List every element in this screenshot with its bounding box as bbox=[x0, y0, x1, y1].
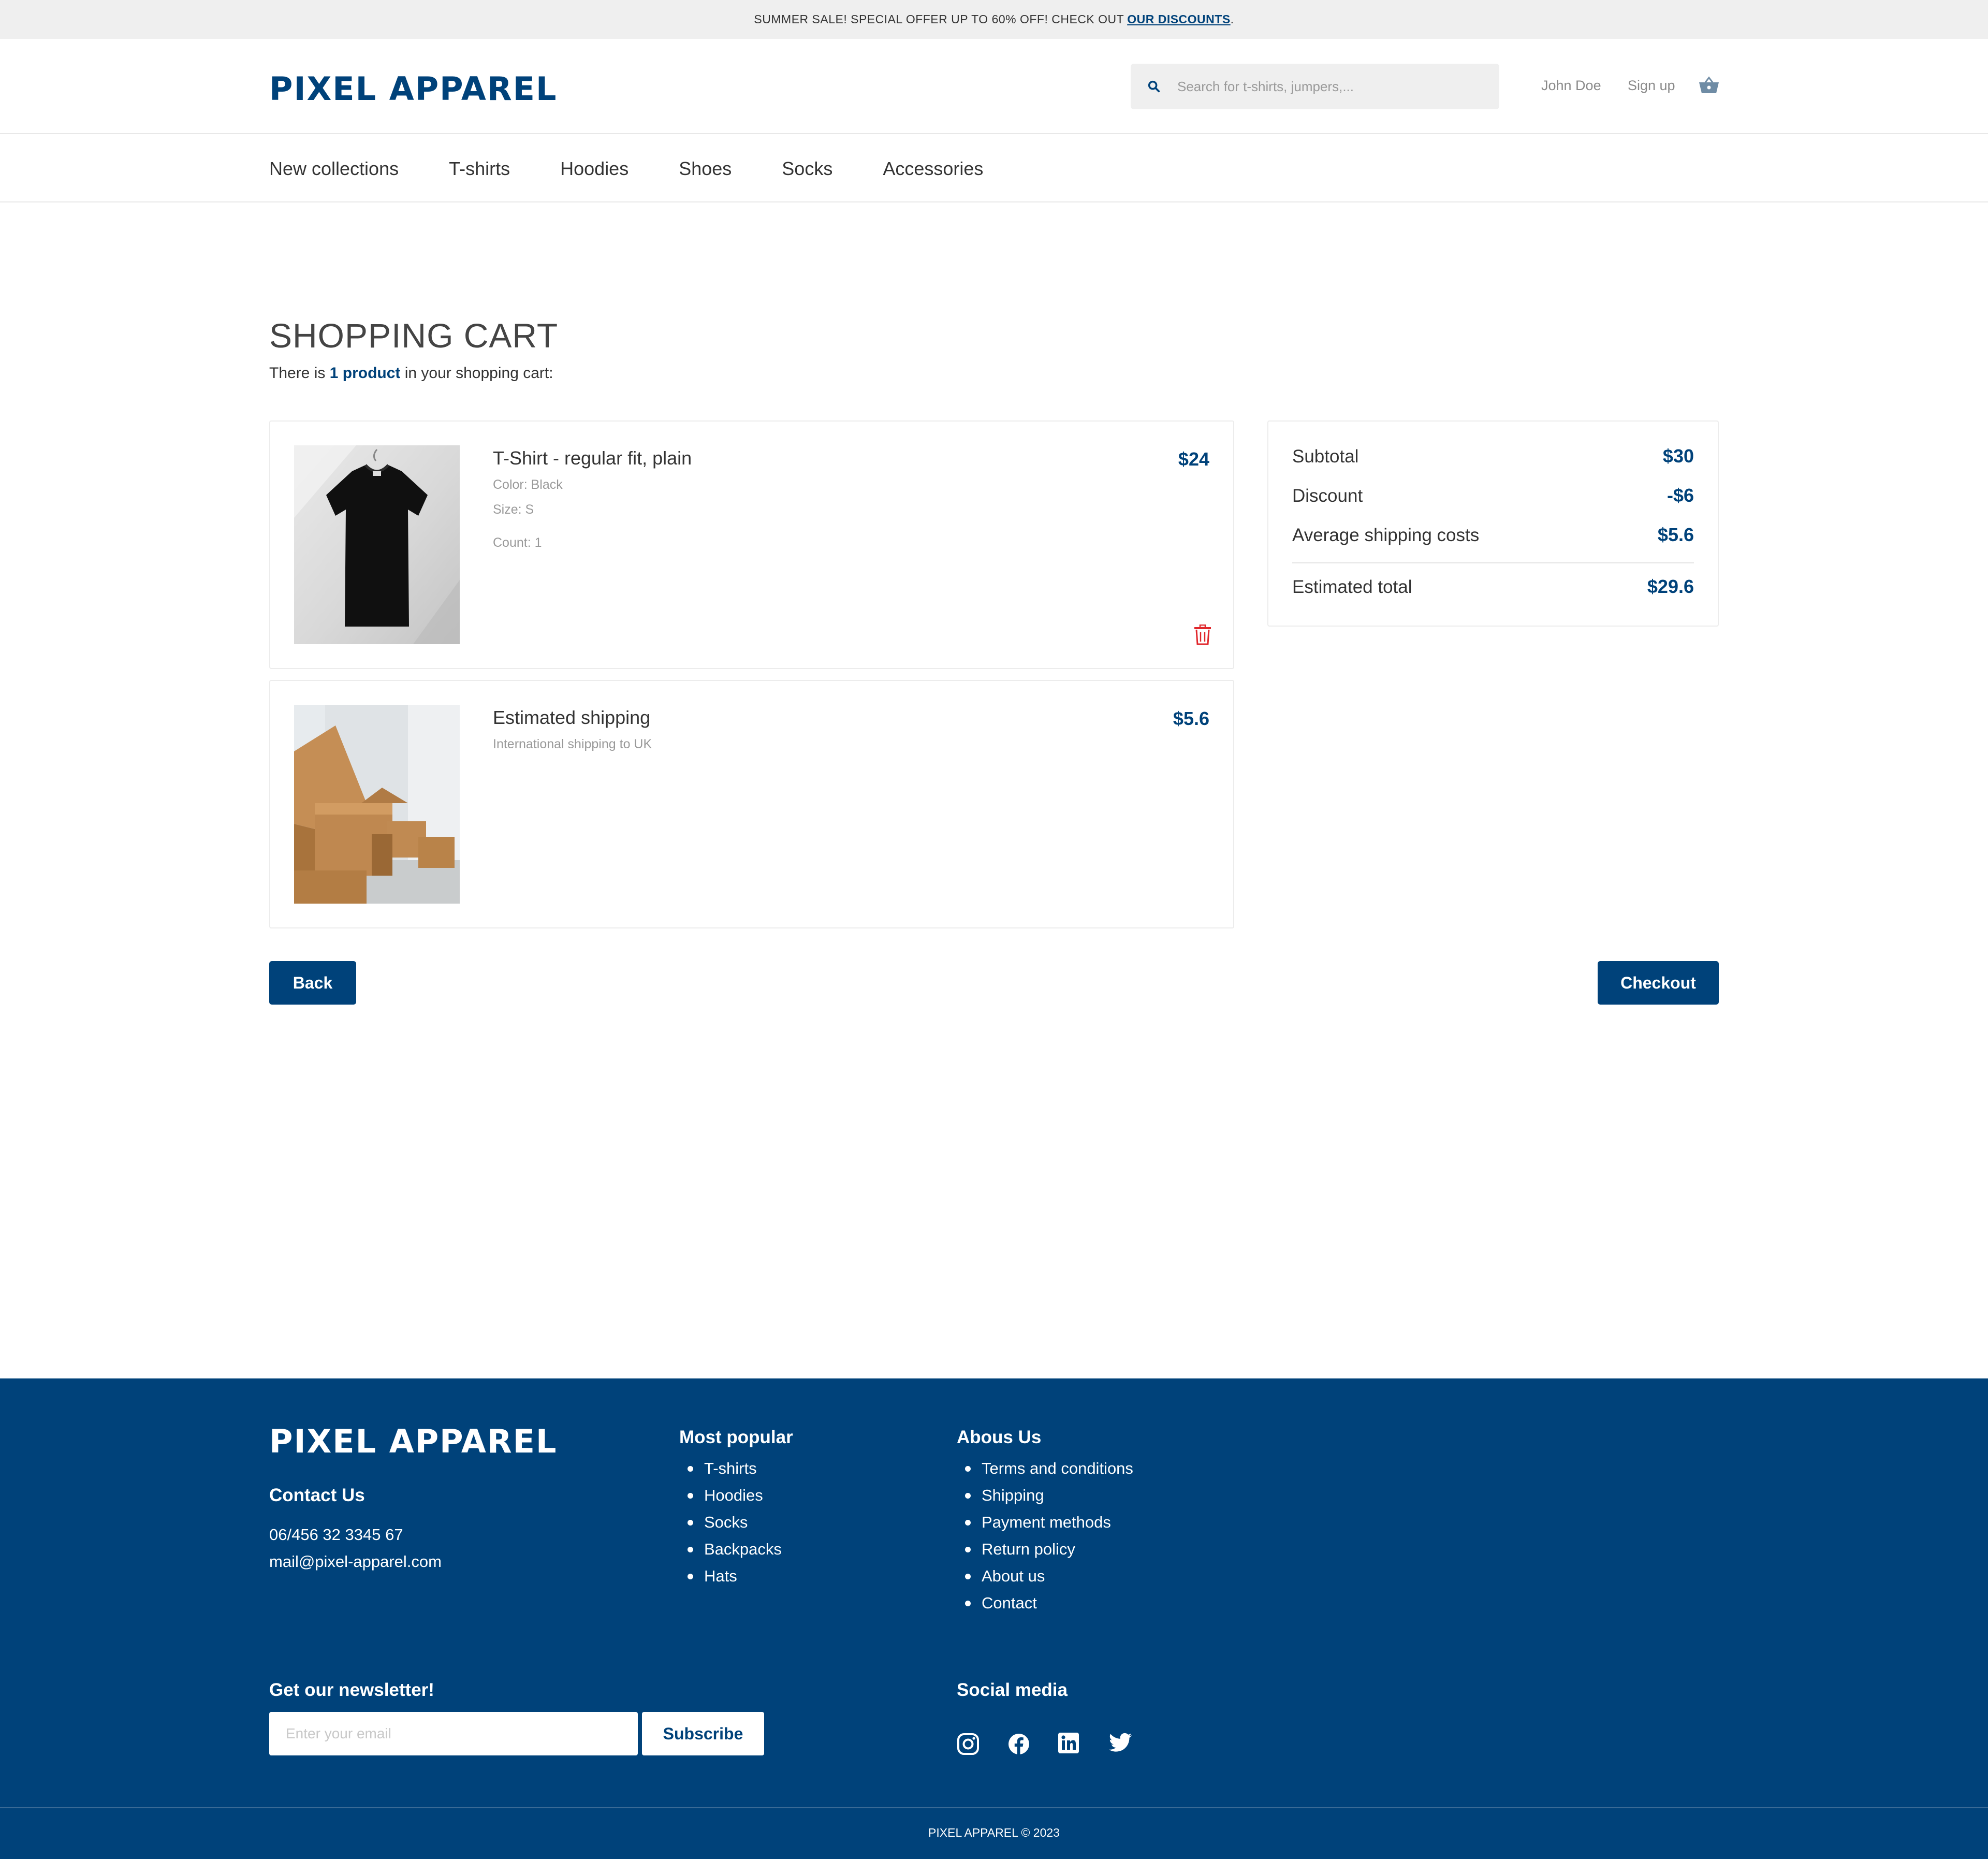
contact-phone[interactable]: 06/456 32 3345 67 bbox=[269, 1526, 403, 1544]
user-link[interactable]: John Doe bbox=[1541, 78, 1601, 94]
discounts-link[interactable]: OUR DISCOUNTS bbox=[1127, 12, 1230, 26]
about-link-terms[interactable]: Terms and conditions bbox=[957, 1455, 1133, 1482]
nav-item-hoodies[interactable]: Hoodies bbox=[560, 158, 628, 180]
subscribe-button[interactable]: Subscribe bbox=[642, 1712, 764, 1755]
checkout-button[interactable]: Checkout bbox=[1598, 961, 1719, 1005]
announcement-text: SUMMER SALE! SPECIAL OFFER UP TO 60% OFF… bbox=[754, 12, 1124, 26]
cart-item: T-Shirt - regular fit, plain Color: Blac… bbox=[269, 420, 1234, 669]
shipping-boxes-image bbox=[294, 705, 460, 904]
copyright: PIXEL APPAREL © 2023 bbox=[928, 1826, 1060, 1839]
item-price: $24 bbox=[1178, 448, 1209, 470]
order-summary: Subtotal $30 Discount -$6 Average shippi… bbox=[1267, 420, 1719, 627]
about-link-return-policy[interactable]: Return policy bbox=[957, 1536, 1133, 1563]
back-button[interactable]: Back bbox=[269, 961, 356, 1005]
discount-value: -$6 bbox=[1667, 485, 1694, 506]
about-link-payment[interactable]: Payment methods bbox=[957, 1509, 1133, 1536]
footer-logo[interactable]: PIXEL APPAREL bbox=[269, 1422, 558, 1460]
shipping-price: $5.6 bbox=[1173, 708, 1209, 729]
shipping-description: International shipping to UK bbox=[493, 737, 652, 751]
about-heading: Abous Us bbox=[957, 1427, 1042, 1447]
discount-row: Discount -$6 bbox=[1292, 485, 1694, 506]
subtitle-prefix: There is bbox=[269, 365, 326, 382]
about-link-shipping[interactable]: Shipping bbox=[957, 1482, 1133, 1509]
contact-email[interactable]: mail@pixel-apparel.com bbox=[269, 1552, 442, 1571]
facebook-icon[interactable] bbox=[1007, 1733, 1030, 1758]
popular-heading: Most popular bbox=[679, 1427, 793, 1447]
item-name[interactable]: T-Shirt - regular fit, plain bbox=[493, 447, 692, 469]
item-count: Count: 1 bbox=[493, 535, 542, 550]
total-row: Estimated total $29.6 bbox=[1292, 576, 1694, 598]
search-bar[interactable] bbox=[1131, 64, 1499, 109]
summary-divider bbox=[1292, 562, 1694, 563]
discount-label: Discount bbox=[1292, 486, 1363, 506]
subtitle-suffix: in your shopping cart: bbox=[404, 365, 553, 382]
logo[interactable]: PIXEL APPAREL bbox=[269, 70, 558, 108]
page-title: SHOPPING CART bbox=[269, 316, 559, 355]
trash-icon[interactable] bbox=[1194, 624, 1211, 648]
nav-item-new-collections[interactable]: New collections bbox=[269, 158, 399, 180]
instagram-icon[interactable] bbox=[957, 1733, 980, 1758]
site-header: PIXEL APPAREL John Doe Sign up bbox=[0, 39, 1988, 134]
popular-list: T-shirts Hoodies Socks Backpacks Hats bbox=[679, 1455, 782, 1590]
linkedin-icon[interactable] bbox=[1058, 1733, 1079, 1756]
popular-link-t-shirts[interactable]: T-shirts bbox=[679, 1455, 782, 1482]
subtotal-value: $30 bbox=[1662, 445, 1694, 467]
nav-item-shoes[interactable]: Shoes bbox=[679, 158, 732, 180]
subtotal-row: Subtotal $30 bbox=[1292, 445, 1694, 467]
search-input[interactable] bbox=[1177, 64, 1499, 109]
announcement-suffix: . bbox=[1230, 12, 1234, 26]
footer-divider bbox=[0, 1807, 1988, 1808]
nav-item-accessories[interactable]: Accessories bbox=[883, 158, 983, 180]
shipping-cost-value: $5.6 bbox=[1657, 524, 1694, 545]
item-size: Size: S bbox=[493, 502, 534, 517]
shipping-cost-row: Average shipping costs $5.6 bbox=[1292, 524, 1694, 546]
shipping-name: Estimated shipping bbox=[493, 707, 651, 728]
nav-item-socks[interactable]: Socks bbox=[782, 158, 832, 180]
social-heading: Social media bbox=[957, 1680, 1068, 1700]
tshirt-image bbox=[294, 445, 460, 644]
total-label: Estimated total bbox=[1292, 577, 1412, 597]
cart-subtitle: There is 1 product in your shopping cart… bbox=[269, 365, 553, 382]
nav-item-t-shirts[interactable]: T-shirts bbox=[449, 158, 510, 180]
popular-link-backpacks[interactable]: Backpacks bbox=[679, 1536, 782, 1563]
shipping-cost-label: Average shipping costs bbox=[1292, 525, 1480, 545]
contact-heading: Contact Us bbox=[269, 1485, 365, 1505]
site-footer: PIXEL APPAREL Contact Us 06/456 32 3345 … bbox=[0, 1378, 1988, 1859]
subtotal-label: Subtotal bbox=[1292, 446, 1359, 467]
about-link-contact[interactable]: Contact bbox=[957, 1590, 1133, 1617]
cart-basket-icon[interactable] bbox=[1698, 76, 1720, 97]
main-nav: New collections T-shirts Hoodies Shoes S… bbox=[0, 134, 1988, 202]
search-icon[interactable] bbox=[1131, 79, 1177, 94]
popular-link-hoodies[interactable]: Hoodies bbox=[679, 1482, 782, 1509]
popular-link-socks[interactable]: Socks bbox=[679, 1509, 782, 1536]
signup-link[interactable]: Sign up bbox=[1628, 78, 1675, 94]
newsletter-heading: Get our newsletter! bbox=[269, 1680, 434, 1700]
shipping-item: Estimated shipping International shippin… bbox=[269, 680, 1234, 928]
about-link-about-us[interactable]: About us bbox=[957, 1563, 1133, 1590]
total-value: $29.6 bbox=[1647, 576, 1694, 597]
newsletter-email-input[interactable] bbox=[269, 1712, 638, 1755]
announcement-bar: SUMMER SALE! SPECIAL OFFER UP TO 60% OFF… bbox=[0, 0, 1988, 39]
product-count: 1 product bbox=[329, 365, 401, 382]
popular-link-hats[interactable]: Hats bbox=[679, 1563, 782, 1590]
item-color: Color: Black bbox=[493, 477, 563, 492]
twitter-icon[interactable] bbox=[1109, 1733, 1132, 1755]
about-list: Terms and conditions Shipping Payment me… bbox=[957, 1455, 1133, 1617]
